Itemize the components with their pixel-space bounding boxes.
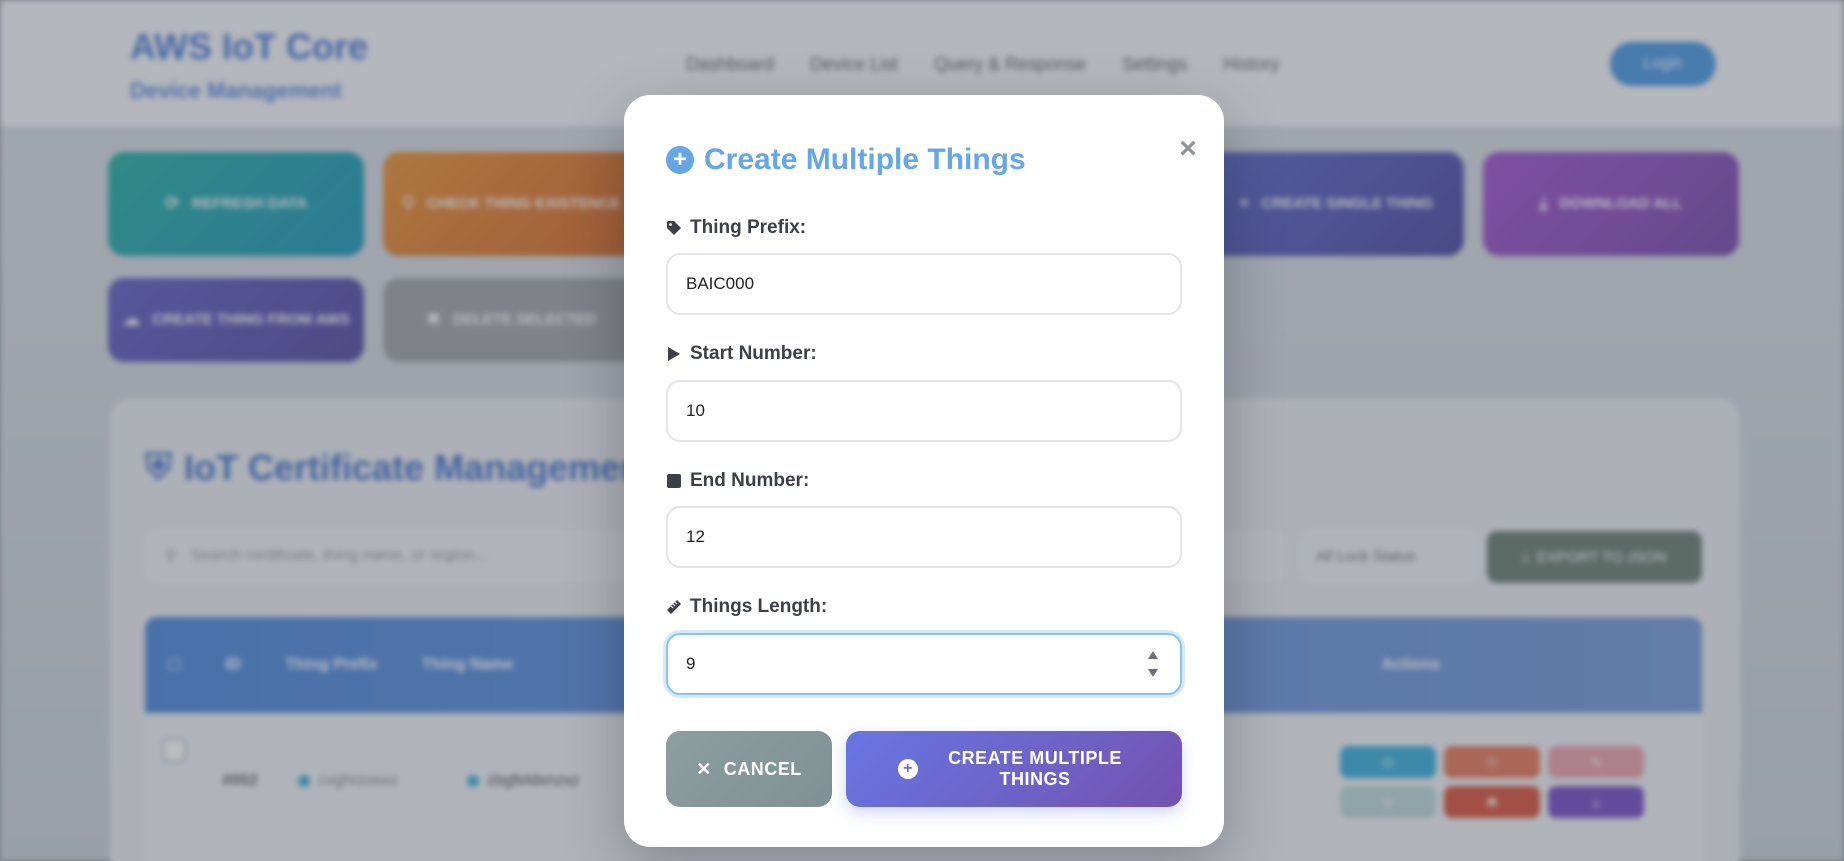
thing-prefix-label: Thing Prefix: [666, 217, 806, 239]
plus-circle-icon: + [666, 146, 694, 174]
end-number-label-text: End Number: [690, 470, 810, 491]
end-number-input[interactable] [666, 506, 1182, 568]
tag-icon [667, 221, 681, 235]
start-number-label-text: Start Number: [690, 343, 817, 364]
modal-title: + Create Multiple Things [666, 143, 1026, 177]
things-length-label-text: Things Length: [690, 596, 828, 617]
modal-title-text: Create Multiple Things [704, 143, 1026, 176]
things-length-input[interactable] [666, 633, 1182, 695]
cancel-button-label: CANCEL [723, 758, 802, 779]
close-icon[interactable]: × [1170, 131, 1206, 167]
create-multiple-things-modal: + Create Multiple Things × Thing Prefix:… [624, 95, 1224, 847]
spinner-down-icon[interactable] [1148, 669, 1158, 677]
thing-prefix-label-text: Thing Prefix: [690, 217, 807, 238]
plus-circle-icon: + [898, 759, 918, 779]
close-x-icon: ✕ [696, 758, 712, 779]
end-number-label: End Number: [666, 470, 809, 492]
number-spinner[interactable] [1146, 651, 1160, 677]
thing-prefix-input[interactable] [666, 253, 1182, 315]
ruler-icon [667, 600, 681, 614]
create-multiple-things-button[interactable]: + CREATE MULTIPLE THINGS [846, 731, 1182, 807]
start-number-label: Start Number: [666, 343, 817, 365]
spinner-up-icon[interactable] [1148, 651, 1158, 659]
stop-icon [667, 474, 681, 488]
things-length-label: Things Length: [666, 596, 827, 618]
play-icon [668, 347, 680, 361]
start-number-input[interactable] [666, 380, 1182, 442]
cancel-button[interactable]: ✕ CANCEL [666, 731, 832, 807]
create-button-label: CREATE MULTIPLE THINGS [948, 748, 1122, 789]
